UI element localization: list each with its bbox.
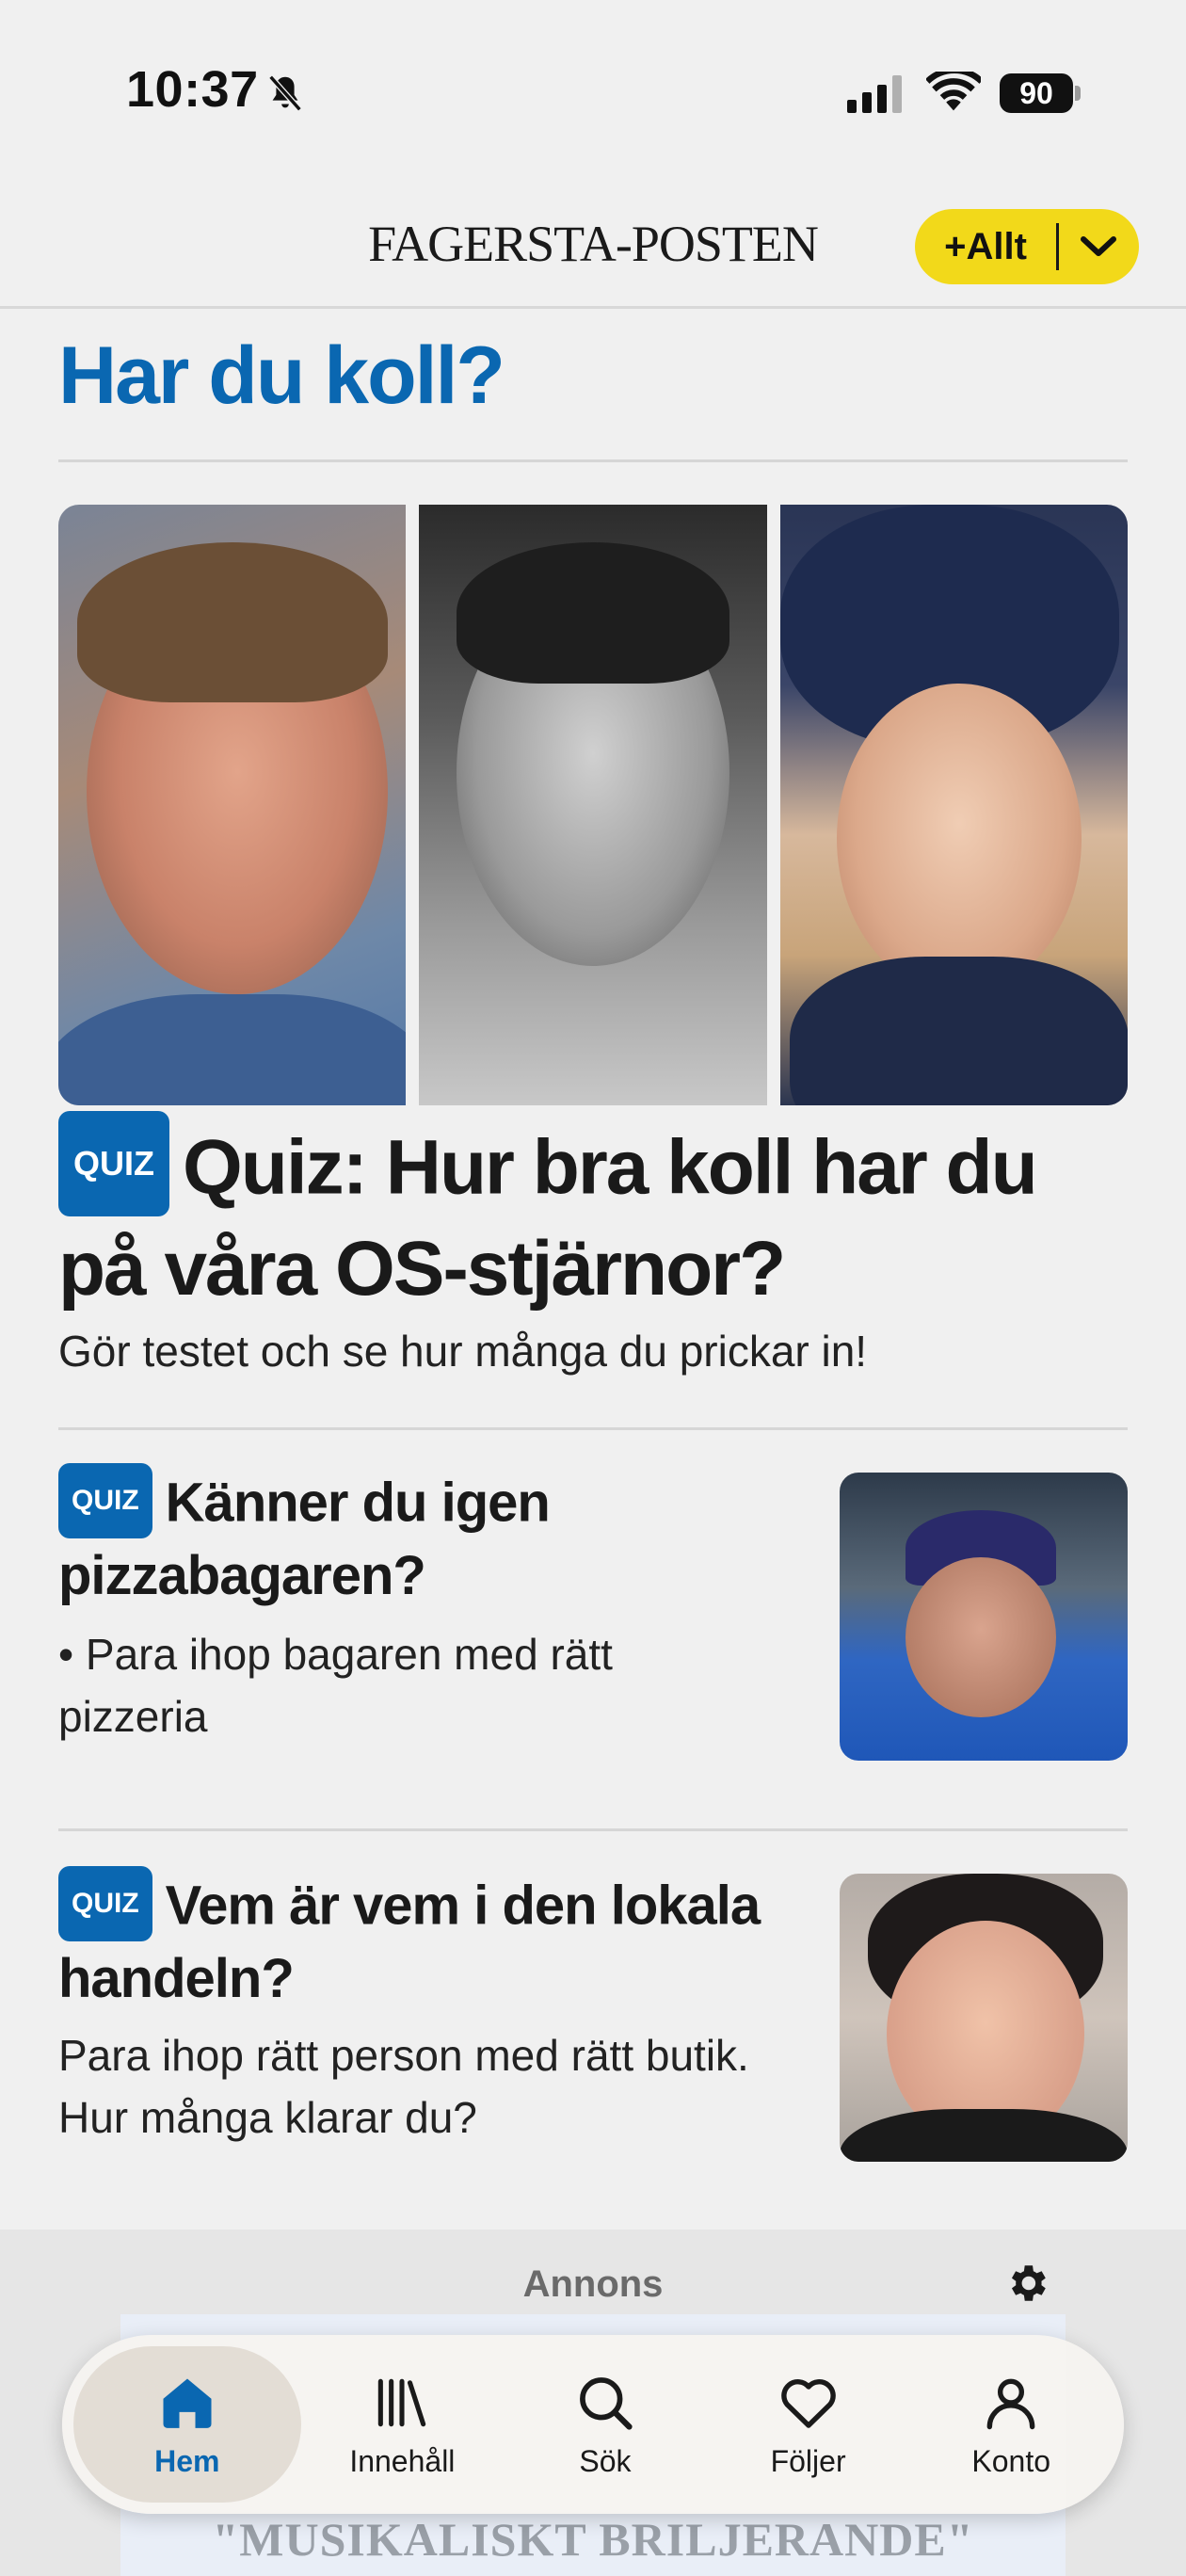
ad-creative-text: "MUSIKALISKT BRILJERANDE" [212, 2513, 974, 2566]
hero-photo-wrestler [419, 505, 767, 1105]
library-icon [378, 2378, 426, 2426]
battery-indicator: 90 [1000, 73, 1081, 113]
app-header: FAGERSTA-POSTEN +Allt [0, 188, 1186, 309]
nav-item-foljer[interactable]: Följer [707, 2346, 910, 2503]
quiz-badge: QUIZ [58, 1111, 169, 1216]
hero-photo-skier [779, 505, 1128, 1105]
heart-icon [780, 2378, 836, 2428]
wifi-icon [926, 72, 981, 111]
plus-allt-button[interactable]: +Allt [915, 209, 1139, 284]
chevron-down-icon[interactable] [1059, 209, 1138, 284]
nav-label: Innehåll [349, 2443, 456, 2478]
article-thumbnail-handel[interactable] [840, 1874, 1128, 2162]
quiz-badge: QUIZ [58, 1463, 152, 1538]
nav-label: Hem [154, 2443, 220, 2478]
article-headline-pizza[interactable]: QUIZ Känner du igen pizzabagaren? [58, 1463, 793, 1608]
hero-image[interactable] [58, 505, 1128, 1105]
article-lead-pizza: • Para ihop bagaren med rätt pizzeria [58, 1630, 613, 1741]
plus-allt-label[interactable]: +Allt [915, 226, 1056, 268]
article-headline-main[interactable]: QUIZ Quiz: Hur bra koll har du på våra OS… [58, 1111, 1128, 1312]
article-headline-handel[interactable]: QUIZ Vem är vem i den lokala handeln? [58, 1866, 793, 2011]
nav-item-hem[interactable]: Hem [73, 2346, 301, 2503]
cell-signal-icon [847, 75, 902, 113]
bottom-nav: Hem Innehåll Sök Följer Konto [62, 2335, 1124, 2514]
status-bar: 10:37 90 [0, 0, 1186, 188]
gear-icon[interactable] [1003, 2260, 1050, 2307]
article-lead-main: Gör testet och se hur många du prickar i… [58, 1327, 868, 1376]
headline-text[interactable]: Quiz: Hur bra koll har du på våra OS-stj… [58, 1125, 1038, 1312]
divider [58, 1828, 1128, 1831]
nav-item-sok[interactable]: Sök [504, 2346, 707, 2503]
battery-level: 90 [1000, 73, 1073, 113]
quiz-badge: QUIZ [58, 1866, 152, 1941]
hero-photo-coach [58, 505, 407, 1105]
article-lead-handel: Para ihop rätt person med rätt butik. Hu… [58, 2031, 749, 2142]
nav-item-konto[interactable]: Konto [909, 2346, 1113, 2503]
section-title: Har du koll? [58, 330, 505, 421]
nav-label: Sök [579, 2443, 632, 2478]
divider [58, 1427, 1128, 1430]
person-icon [986, 2378, 1035, 2429]
home-icon [163, 2378, 212, 2428]
battery-tip [1075, 86, 1081, 101]
search-icon [580, 2376, 633, 2430]
nav-item-innehall[interactable]: Innehåll [301, 2346, 505, 2503]
headline-text[interactable]: Vem är vem i den lokala handeln? [58, 1875, 761, 2009]
nav-label: Konto [971, 2443, 1050, 2478]
article-thumbnail-pizza[interactable] [840, 1473, 1128, 1761]
nav-label: Följer [770, 2443, 846, 2478]
bell-muted-icon [268, 74, 302, 112]
divider [58, 459, 1128, 462]
status-time: 10:37 [126, 61, 259, 118]
